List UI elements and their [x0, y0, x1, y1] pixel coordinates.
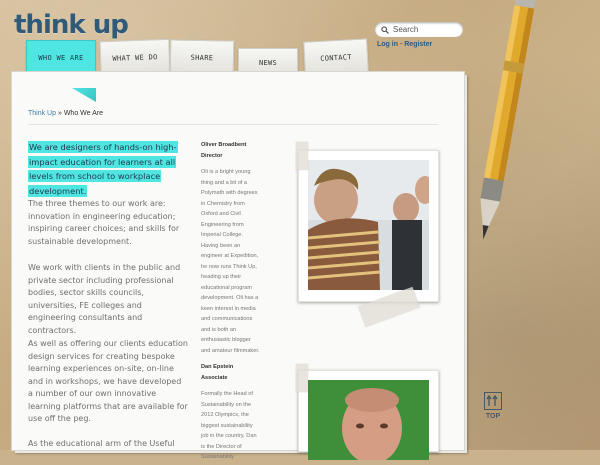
tape-strip: [296, 142, 308, 170]
breadcrumb-separator: »: [57, 110, 62, 117]
body-paragraph: The three themes to our work are: innova…: [28, 199, 180, 246]
staff-role: Associate: [201, 374, 228, 381]
staff-bio: Oli is a bright young thing and a bit of…: [201, 169, 260, 354]
staff-photo-frame: [298, 150, 439, 302]
staff-profile: Oliver Broadbent Director Oli is a brigh…: [201, 140, 261, 356]
auth-separator: -: [399, 41, 403, 48]
back-to-top-button[interactable]: TOP: [481, 392, 505, 424]
tab-what-we-do[interactable]: WHAT WE DO: [99, 38, 171, 76]
search-box[interactable]: [375, 22, 463, 37]
tab-label: WHAT WE DO: [112, 53, 158, 63]
intro-text: We are designers of hands-on high-impact…: [28, 141, 178, 197]
breadcrumb-current: Who We Are: [63, 110, 103, 117]
site-logo[interactable]: think up: [14, 10, 129, 40]
body-paragraph: As well as offering our clients educatio…: [28, 339, 188, 423]
breadcrumb: Think Up » Who We Are: [28, 110, 103, 117]
tab-label: NEWS: [258, 59, 278, 67]
top-label: TOP: [485, 413, 501, 420]
divider: [28, 124, 438, 125]
auth-links: Log in - Register: [377, 41, 432, 48]
breadcrumb-home[interactable]: Think Up: [28, 110, 56, 117]
staff-profile: Dan Epstein Associate Formally the Head …: [201, 362, 261, 463]
tab-label: WHO WE ARE: [38, 54, 84, 62]
login-link[interactable]: Log in: [377, 41, 398, 48]
staff-name: Oliver Broadbent: [201, 142, 247, 148]
tab-label: CONTACT: [320, 53, 353, 63]
staff-photo-frame: [298, 370, 439, 464]
staff-role: Director: [201, 152, 223, 159]
search-input[interactable]: [393, 23, 453, 36]
staff-name: Dan Epstein: [201, 364, 234, 370]
body-paragraph: We work with clients in the public and p…: [28, 263, 181, 335]
intro-highlight: We are designers of hands-on high-impact…: [28, 140, 198, 198]
up-arrows-icon: [484, 392, 502, 410]
body-paragraph: As the educational arm of the Useful: [28, 439, 175, 448]
tab-contact[interactable]: CONTACT: [303, 38, 369, 76]
tab-share-thoughts[interactable]: SHARE THOUGHTS: [169, 39, 235, 96]
search-icon: [381, 25, 389, 34]
staff-photo: [307, 160, 435, 290]
staff-bio: Formally the Head of Sustainability on t…: [201, 391, 257, 460]
staff-photo: [308, 380, 429, 464]
tape-strip: [296, 364, 308, 392]
register-link[interactable]: Register: [404, 41, 432, 48]
